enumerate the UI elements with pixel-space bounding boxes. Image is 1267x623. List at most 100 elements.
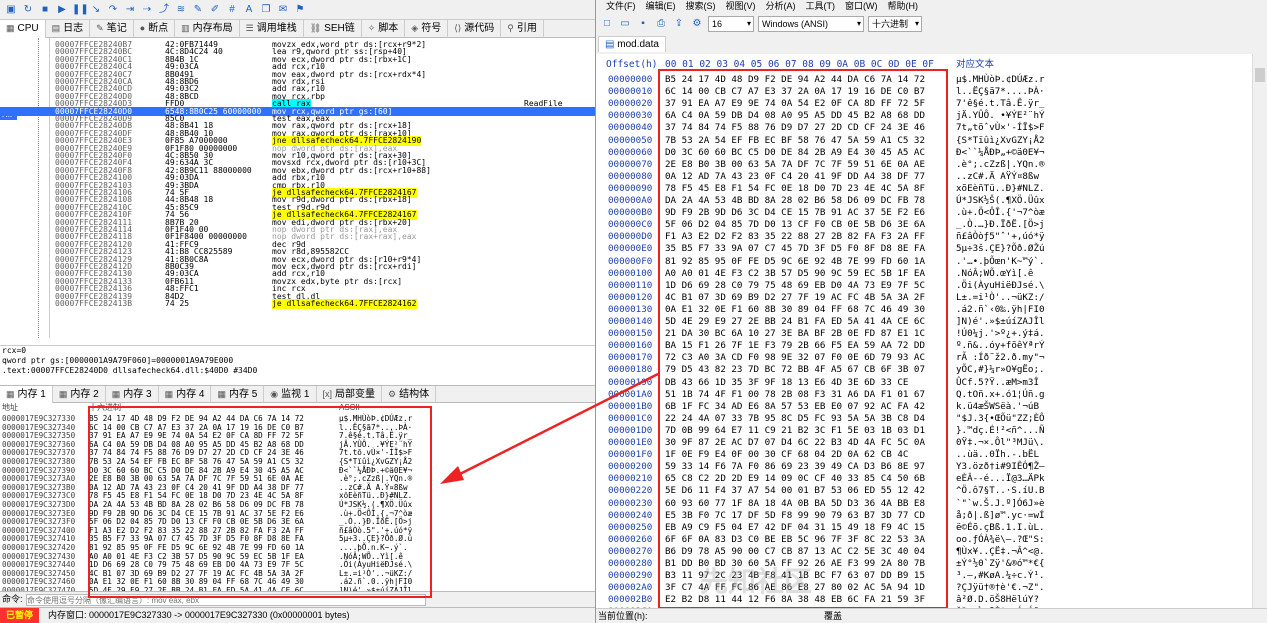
patch-icon[interactable]: ✎ xyxy=(191,4,205,16)
restart-icon[interactable]: ↻ xyxy=(21,4,35,16)
struct-icon: ⚙ xyxy=(388,389,397,399)
watermark: 先知社区 xyxy=(700,566,813,597)
menu-item[interactable]: 编辑(E) xyxy=(646,0,676,14)
command-input[interactable] xyxy=(26,594,426,606)
dump-header-ascii: ASCII xyxy=(339,403,360,412)
run-icon[interactable]: ▶ xyxy=(55,4,69,16)
info-line: qword ptr gs:[0000001A9A79F060]=0000001A… xyxy=(2,356,234,365)
chevron-down-icon: ▾ xyxy=(914,19,919,28)
disasm-row[interactable]: 00007FFCE282413B 74 25 je dllsafecheck64.7… xyxy=(0,299,595,309)
execute-till-return-icon[interactable]: ⤴ xyxy=(157,4,171,16)
open-file-icon[interactable]: ▭ xyxy=(618,18,632,30)
tab-memory-1[interactable]: ▦ 内存 2 xyxy=(53,386,106,404)
tab-cpu-0[interactable]: ▦ CPU xyxy=(0,20,46,38)
cpu-icon: ▦ xyxy=(6,23,15,33)
menu-item[interactable]: 搜索(S) xyxy=(686,0,716,14)
status-bar: 已暂停 内存窗口: 0000017E9C327330 -> 0000017E9C… xyxy=(0,607,595,623)
hex-status-bar: 当前位置(h): 覆盖 xyxy=(596,608,1267,623)
tab-reference-10[interactable]: ⚲ 引用 xyxy=(501,20,544,38)
print-icon[interactable]: ⎙ xyxy=(654,18,668,30)
tab-label: 内存 5 xyxy=(228,389,258,400)
tab-callstack-5[interactable]: ☰ 调用堆栈 xyxy=(240,20,304,38)
tab-breakpoint-3[interactable]: ● 断点 xyxy=(134,20,176,38)
tab-source-9[interactable]: ⟨⟩ 源代码 xyxy=(448,20,502,38)
tab-label: 内存布局 xyxy=(192,23,233,34)
menu-item[interactable]: 分析(A) xyxy=(766,0,796,14)
tab-log-1[interactable]: ▤ 日志 xyxy=(46,20,91,38)
animate-icon[interactable]: ≋ xyxy=(174,4,188,16)
save-icon[interactable]: ▪ xyxy=(636,18,650,30)
tab-note-2[interactable]: ✎ 笔记 xyxy=(90,20,134,38)
file-tab[interactable]: ▤ mod.data xyxy=(598,36,666,52)
log-icon: ▤ xyxy=(51,23,61,33)
tab-memory-3[interactable]: ▦ 内存 4 xyxy=(159,386,212,404)
note-icon: ✎ xyxy=(96,23,104,33)
bookmark-icon[interactable]: ❐ xyxy=(259,4,273,16)
export-icon[interactable]: ⇪ xyxy=(672,18,686,30)
hex-toolbar: □ ▭ ▪ ⎙ ⇪ ⚙ 16 ▾ Windows (ANSI) ▾ 十六进制 ▾ xyxy=(596,14,1267,34)
memory-icon: ▦ xyxy=(164,389,174,399)
bytes-per-row-select[interactable]: 16 ▾ xyxy=(708,16,754,32)
tab-label: 监视 1 xyxy=(281,389,310,400)
tab-label: 符号 xyxy=(421,23,442,34)
memory-dump-view[interactable]: 地址 十六进制 ASCII 0000017E9C327330 B5 24 17 4… xyxy=(0,403,595,591)
pause-icon[interactable]: ❚❚ xyxy=(72,4,89,16)
disasm-address: 00007FFCE282413B xyxy=(55,299,133,308)
disassembly-view[interactable]: RIP 00007FFCE28240B742:0FB71449movzx edx… xyxy=(0,38,595,338)
tab-seh-6[interactable]: ⛓ SEH链 xyxy=(304,20,362,38)
seh-icon: ⛓ xyxy=(309,23,322,33)
options-icon[interactable]: ⚙ xyxy=(690,18,704,30)
chevron-down-icon: ▾ xyxy=(856,19,861,28)
close-icon[interactable]: ■ xyxy=(38,4,52,16)
comment-icon[interactable]: ✉ xyxy=(276,4,290,16)
menu-item[interactable]: 工具(T) xyxy=(806,0,836,14)
disasm-bytes: 74 25 xyxy=(165,299,190,308)
tab-memory-2[interactable]: ▦ 内存 3 xyxy=(106,386,159,404)
menu-item[interactable]: 窗口(W) xyxy=(845,0,878,14)
tab-memory-4[interactable]: ▦ 内存 5 xyxy=(211,386,265,404)
command-label: 命令: xyxy=(2,594,23,604)
run-to-icon[interactable]: ⇢ xyxy=(140,4,154,16)
tab-watch-5[interactable]: ◉ 监视 1 xyxy=(264,386,317,404)
scrollbar-thumb[interactable] xyxy=(1255,68,1265,82)
tab-label: 脚本 xyxy=(378,23,399,34)
paused-status-badge: 已暂停 xyxy=(0,608,40,623)
open-icon[interactable]: ▣ xyxy=(4,4,18,16)
font-icon[interactable]: A xyxy=(242,4,256,16)
bytes-per-row-value: 16 xyxy=(712,19,723,29)
disasm-instruction: je dllsafecheck64.7FFCE2824162 xyxy=(272,299,417,309)
tab-symbol-8[interactable]: ◈ 符号 xyxy=(405,20,449,38)
memory-icon: ▦ xyxy=(111,389,121,399)
label-icon[interactable]: ⚑ xyxy=(293,4,307,16)
hash-icon[interactable]: # xyxy=(225,4,239,16)
menu-item[interactable]: 帮助(H) xyxy=(888,0,919,14)
debugger-tabs: ▦ CPU ▤ 日志 ✎ 笔记 ● 断点 ▥ 内存布局 ☰ 调用堆栈 ⛓ SEH链 ✧ 脚本 ◈ 符号 ⟨⟩ 源代码 ⚲… xyxy=(0,20,595,38)
dump-tabs: ▦ 内存 1 ▦ 内存 2 ▦ 内存 3 ▦ 内存 4 ▦ 内存 5 ◉ 监视 1 [x] 局部变量 ⚙ 结构… xyxy=(0,385,595,404)
tab-label: 局部变量 xyxy=(335,389,376,400)
tab-locals-6[interactable]: [x] 局部变量 xyxy=(317,386,383,404)
step-over-icon[interactable]: ↷ xyxy=(106,4,120,16)
menu-bar: 文件(F) 编辑(E) 搜索(S) 视图(V) 分析(A) 工具(T) 窗口(W) 帮助(H) xyxy=(596,0,1267,14)
display-mode-select[interactable]: 十六进制 ▾ xyxy=(868,16,922,32)
vertical-scrollbar[interactable] xyxy=(1252,54,1267,608)
hex-view[interactable]: Offset(h) 00 01 02 03 04 05 06 07 08 09 … xyxy=(596,54,1252,608)
offset-header: Offset(h) xyxy=(606,59,658,70)
info-line: .text:00007FFCE28240D0 dllsafecheck64.dl… xyxy=(2,366,258,375)
menu-item[interactable]: 文件(F) xyxy=(606,0,636,14)
tab-memory-map-4[interactable]: ▥ 内存布局 xyxy=(175,20,240,38)
tab-struct-7[interactable]: ⚙ 结构体 xyxy=(382,386,437,404)
menu-item[interactable]: 视图(V) xyxy=(726,0,756,14)
tab-label: 内存 3 xyxy=(123,389,152,400)
tab-script-7[interactable]: ✧ 脚本 xyxy=(362,20,406,38)
trace-icon[interactable]: ⇥ xyxy=(123,4,137,16)
step-into-icon[interactable]: ↘ xyxy=(89,4,103,16)
new-file-icon[interactable]: □ xyxy=(600,18,614,30)
watch-icon: ◉ xyxy=(270,389,279,399)
dump-header-address: 地址 xyxy=(2,403,18,412)
tab-memory-0[interactable]: ▦ 内存 1 xyxy=(0,386,53,404)
encoding-select[interactable]: Windows (ANSI) ▾ xyxy=(758,16,864,32)
memory-icon: ▦ xyxy=(58,389,68,399)
pen-icon[interactable]: ✐ xyxy=(208,4,222,16)
command-bar: 命令: xyxy=(0,591,595,607)
column-header: 00 01 02 03 04 05 06 07 08 09 0A 0B 0C 0… xyxy=(665,59,934,70)
